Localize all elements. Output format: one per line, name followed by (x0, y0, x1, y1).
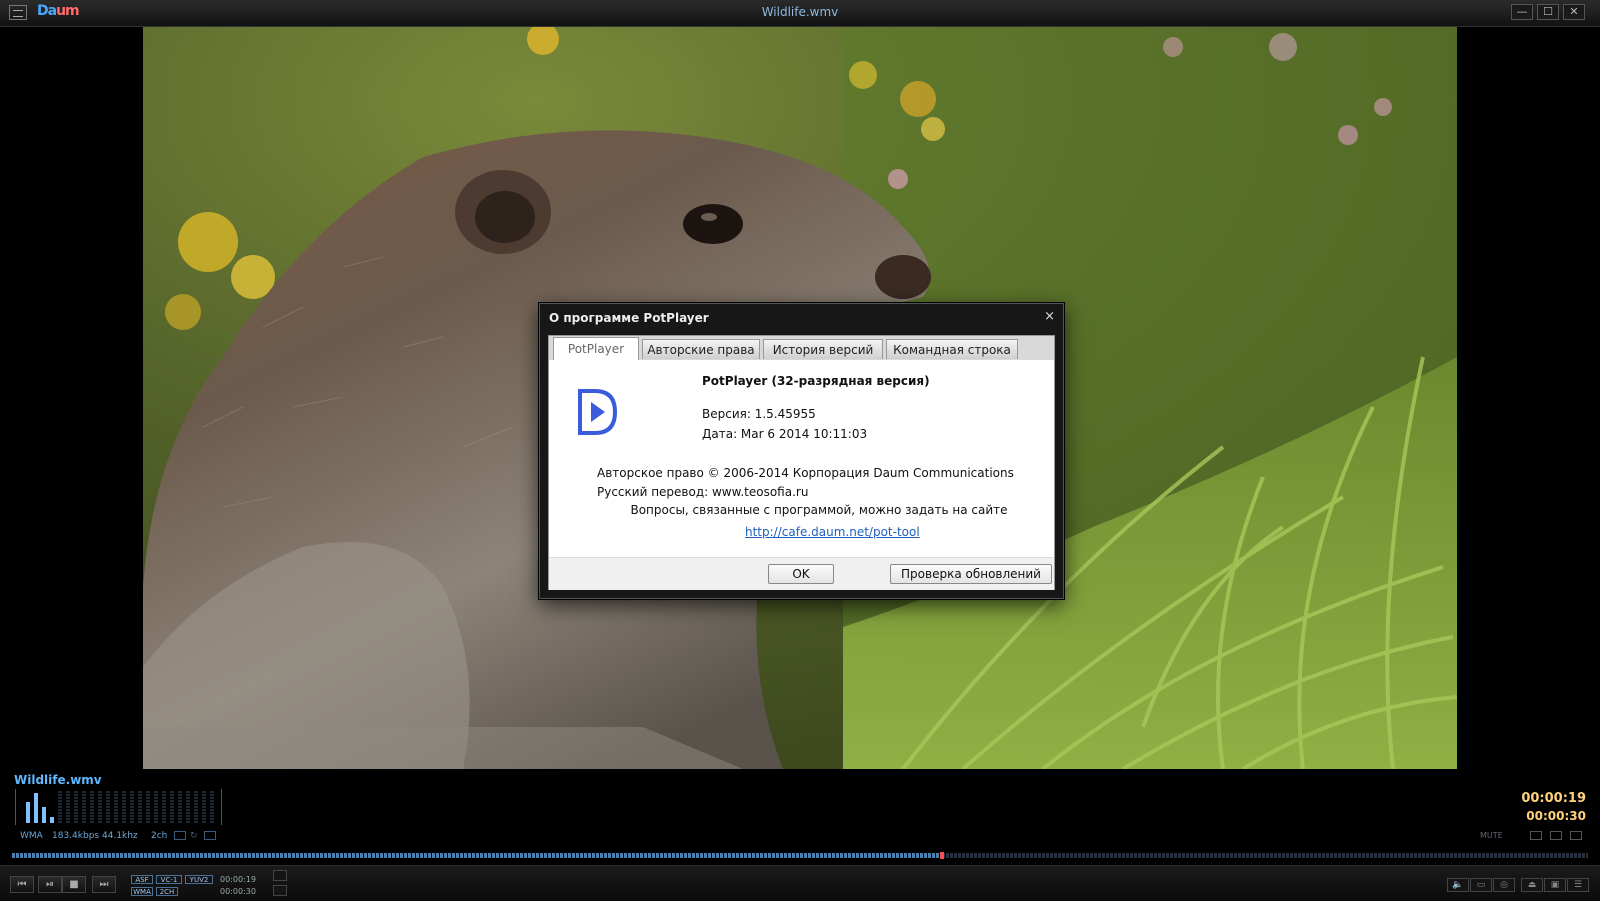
translation-text: Русский перевод: www.teosofia.ru (597, 485, 809, 499)
tab-strip: PotPlayer Авторские права История версий… (549, 336, 1054, 361)
audio-spectrum (15, 789, 222, 825)
small-total-time: 00:00:30 (220, 887, 256, 896)
bitrate-label: 183.4kbps (52, 831, 100, 841)
small-current-time: 00:00:19 (220, 875, 256, 884)
spectrum-bar (82, 791, 86, 823)
spectrum-bar (114, 791, 118, 823)
current-time[interactable]: 00:00:19 (1521, 791, 1586, 806)
product-name: PotPlayer (32-разрядная версия) (702, 374, 930, 388)
repeat-icon[interactable]: ↻ (190, 831, 198, 841)
play-pause-button[interactable]: ⏯ (38, 876, 62, 893)
file-name: Wildlife.wmv (14, 773, 102, 787)
support-link[interactable]: http://cafe.daum.net/pot-tool (745, 525, 920, 539)
spectrum-bar (138, 791, 142, 823)
subtitle-icon[interactable]: ▭ (1470, 878, 1492, 892)
ok-button[interactable]: OK (768, 564, 834, 584)
channels-label: 2ch (151, 831, 168, 841)
spectrum-bar (154, 791, 158, 823)
pin-icon[interactable] (273, 870, 287, 881)
previous-button[interactable]: ⏮ (10, 876, 34, 893)
mute-label[interactable]: MUTE (1480, 831, 1503, 840)
bookmark-icon[interactable] (204, 831, 216, 840)
dialog-close-button[interactable]: × (1044, 309, 1055, 324)
panel-option-icon-2[interactable] (1550, 831, 1562, 840)
vc1-badge: VC-1 (156, 875, 182, 884)
panel-option-icon-3[interactable] (1570, 831, 1582, 840)
3d-icon[interactable]: ◎ (1493, 878, 1515, 892)
spectrum-bar (34, 793, 38, 823)
control-bar: ⏮ ⏯ ■ ⏭ ASF VC-1 YUV2 WMA 2CH 00:00:19 0… (0, 865, 1600, 901)
spectrum-bar (98, 791, 102, 823)
panel-option-icon-1[interactable] (1530, 831, 1542, 840)
check-updates-button[interactable]: Проверка обновлений (890, 564, 1052, 584)
spectrum-bar (162, 791, 166, 823)
spectrum-bar (194, 791, 198, 823)
minimize-button[interactable]: — (1511, 4, 1533, 20)
potplayer-logo-icon (578, 389, 618, 435)
spectrum-bar (178, 791, 182, 823)
next-button[interactable]: ⏭ (92, 876, 116, 893)
dialog-body: PotPlayer Авторские права История версий… (548, 335, 1055, 590)
window-option-icon[interactable] (273, 885, 287, 896)
total-time[interactable]: 00:00:30 (1526, 809, 1586, 823)
spectrum-bar (50, 817, 54, 823)
spectrum-bar (186, 791, 190, 823)
playlist-icon[interactable]: ☰ (1567, 878, 1589, 892)
tab-copyright[interactable]: Авторские права (642, 339, 760, 359)
asf-badge: ASF (131, 875, 153, 884)
version-text: Версия: 1.5.45955 (702, 407, 816, 421)
about-dialog: О программе PotPlayer × PotPlayer Авторс… (539, 303, 1064, 599)
spectrum-bar (202, 791, 206, 823)
spectrum-bar (26, 802, 30, 823)
title-bar: Daum Wildlife.wmv — ☐ ✕ (0, 0, 1600, 27)
date-text: Дата: Mar 6 2014 10:11:03 (702, 427, 868, 441)
audio-option-icon[interactable] (174, 831, 186, 840)
spectrum-bar (106, 791, 110, 823)
tab-command-line[interactable]: Командная строка (886, 339, 1018, 359)
eject-icon[interactable]: ⏏ (1521, 878, 1543, 892)
tab-content: PotPlayer (32-разрядная версия) Версия: … (549, 360, 1054, 557)
spectrum-bar (42, 807, 46, 823)
window-title: Wildlife.wmv (761, 5, 839, 19)
seek-bar[interactable] (12, 853, 942, 858)
samplerate-label: 44.1khz (102, 831, 138, 841)
player-panel: Wildlife.wmv 00:00:19 00:00:30 WMA 183.4… (0, 769, 1600, 901)
codec-label: WMA (20, 831, 43, 841)
dialog-title: О программе PotPlayer (549, 311, 709, 325)
dialog-footer: OK Проверка обновлений (549, 557, 1054, 590)
seek-handle[interactable] (940, 852, 944, 859)
spectrum-bar (146, 791, 150, 823)
capture-icon[interactable]: ▣ (1544, 878, 1566, 892)
spectrum-bar (170, 791, 174, 823)
seek-bar-remaining[interactable] (942, 853, 1588, 858)
maximize-button[interactable]: ☐ (1537, 4, 1559, 20)
2ch-badge: 2CH (156, 887, 178, 896)
yuv2-badge: YUV2 (185, 875, 213, 884)
tab-version-history[interactable]: История версий (763, 339, 883, 359)
spectrum-bar (210, 791, 214, 823)
questions-text: Вопросы, связанные с программой, можно з… (630, 503, 1008, 517)
close-button[interactable]: ✕ (1563, 4, 1585, 20)
stop-button[interactable]: ■ (62, 876, 86, 893)
spectrum-bar (90, 791, 94, 823)
spectrum-bar (58, 791, 62, 823)
spectrum-bar (122, 791, 126, 823)
wma-badge: WMA (131, 887, 153, 896)
spectrum-bar (130, 791, 134, 823)
spectrum-bar (66, 791, 70, 823)
spectrum-bar (74, 791, 78, 823)
tab-potplayer[interactable]: PotPlayer (553, 337, 639, 361)
copyright-text: Авторское право © 2006-2014 Корпорация D… (597, 466, 1014, 480)
volume-icon[interactable]: 🔈 (1447, 878, 1469, 892)
